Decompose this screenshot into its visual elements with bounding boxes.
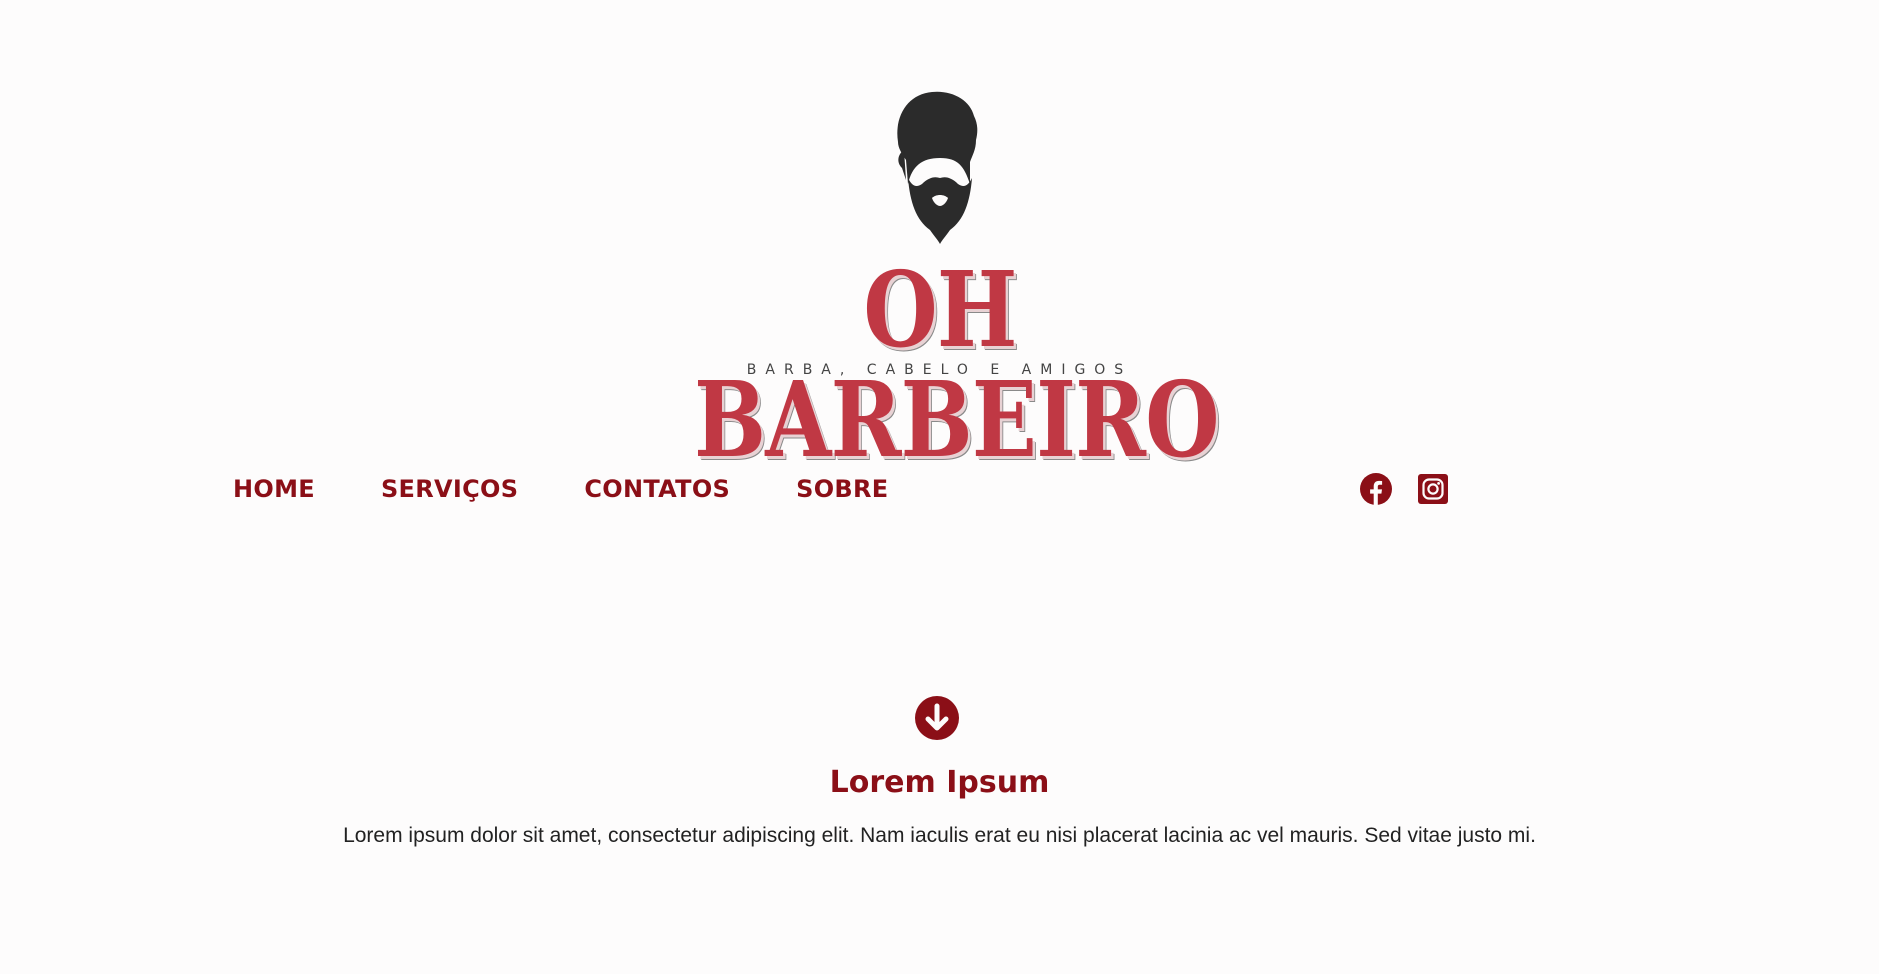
nav-item-home[interactable]: HOME xyxy=(233,472,315,506)
nav-item-sobre[interactable]: SOBRE xyxy=(796,472,888,506)
main-nav: HOME SERVIÇOS CONTATOS SOBRE xyxy=(233,472,954,506)
nav-item-servicos[interactable]: SERVIÇOS xyxy=(381,472,518,506)
instagram-icon[interactable] xyxy=(1417,473,1449,505)
page: OH BARBEIRO BARBA, CABELO E AMIGOS HOME … xyxy=(0,0,1879,974)
brand-tagline: BARBA, CABELO E AMIGOS xyxy=(746,362,1133,378)
section-text: Lorem ipsum dolor sit amet, consectetur … xyxy=(343,824,1536,847)
facebook-icon[interactable] xyxy=(1360,473,1392,505)
arrow-down-circle-icon[interactable] xyxy=(915,696,959,740)
bearded-man-icon xyxy=(897,91,978,244)
nav-item-contatos[interactable]: CONTATOS xyxy=(584,472,730,506)
logo[interactable]: OH BARBEIRO xyxy=(640,80,1240,475)
section-title: Lorem Ipsum xyxy=(829,765,1050,800)
social-links xyxy=(1360,473,1449,505)
